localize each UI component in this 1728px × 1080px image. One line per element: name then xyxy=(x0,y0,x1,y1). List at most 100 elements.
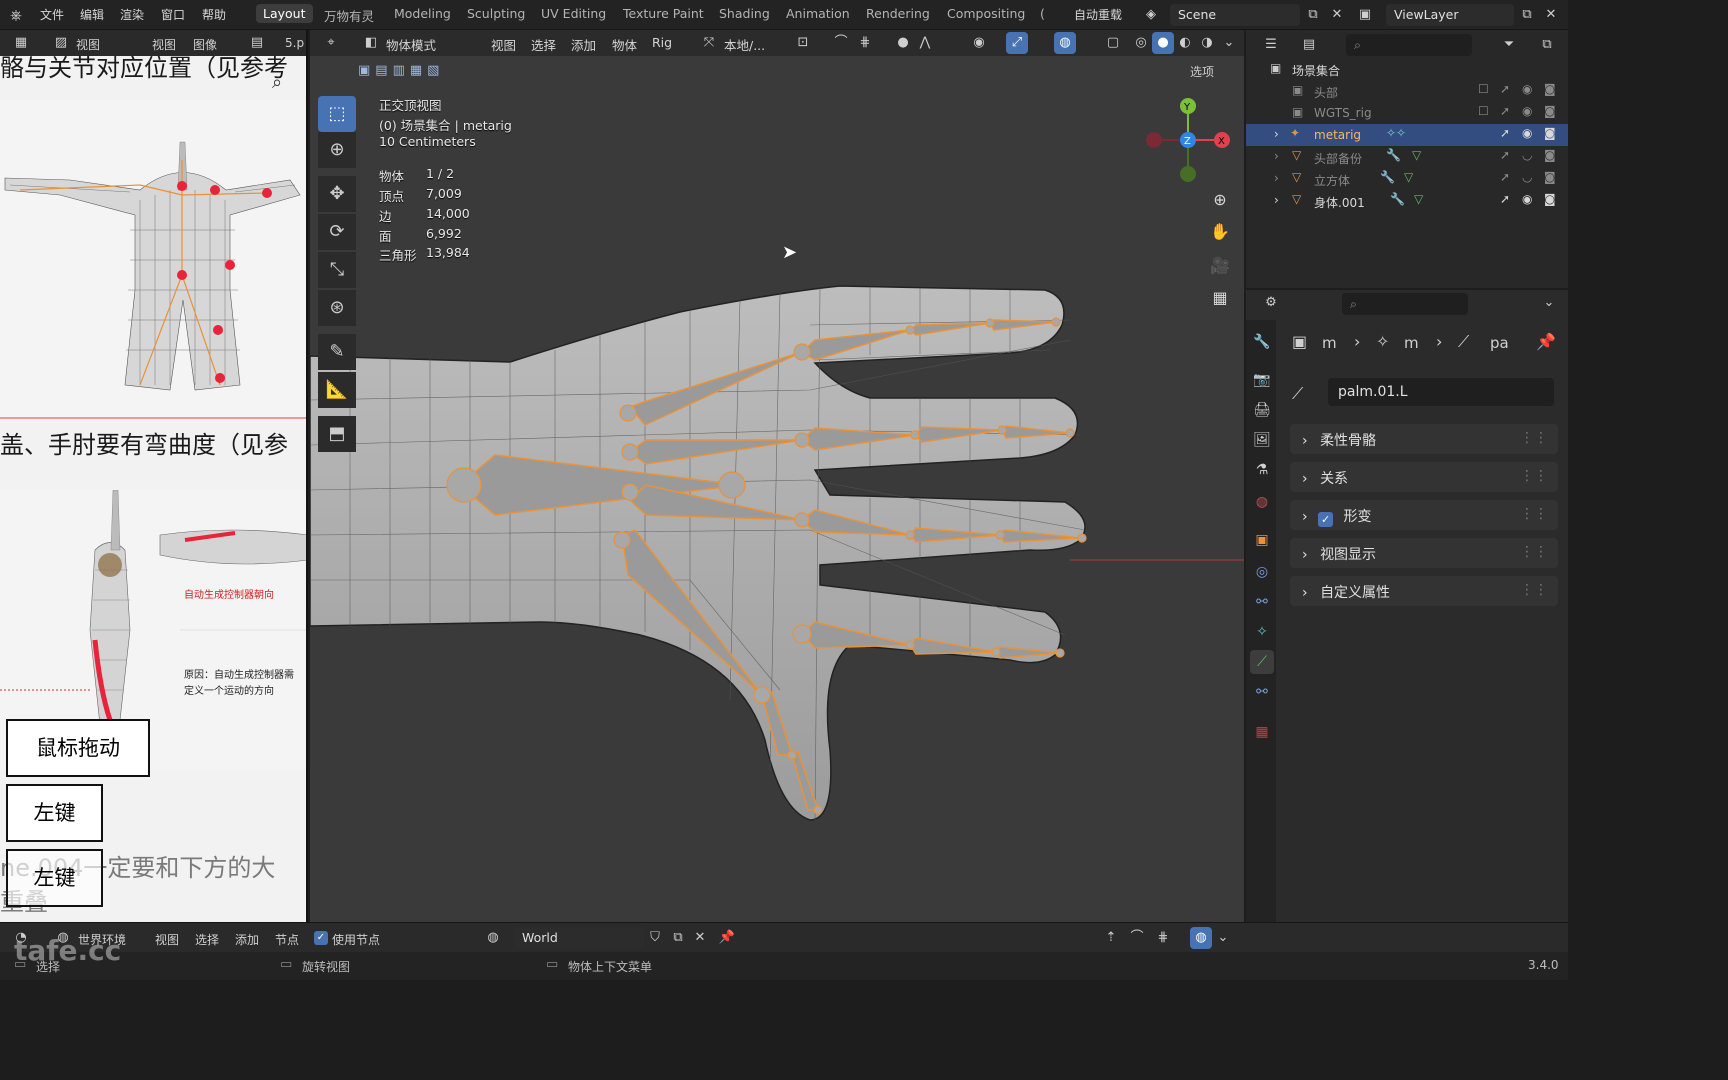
hand-mesh-with-bones[interactable] xyxy=(310,230,1244,830)
eye-closed-icon[interactable]: ◡ xyxy=(1522,170,1532,184)
move-tool[interactable]: ✥ xyxy=(318,176,356,212)
new-collection-icon[interactable]: ⧉ xyxy=(1536,34,1558,56)
filter-icon[interactable]: ⏷ xyxy=(1498,34,1520,56)
vertex-group-icon[interactable]: ▽ xyxy=(1412,148,1421,162)
eye-icon[interactable]: ◉ xyxy=(1522,104,1532,118)
measure-tool[interactable]: 📐 xyxy=(318,372,356,408)
tab-wanwu[interactable]: 万物有灵 xyxy=(324,6,374,25)
physics-tab-icon[interactable]: ◎ xyxy=(1250,560,1274,584)
new-scene-icon[interactable]: ⧉ xyxy=(1302,4,1324,26)
world-tab-icon[interactable]: ◍ xyxy=(1250,490,1274,514)
vertex-group-icon[interactable]: ▽ xyxy=(1404,170,1413,184)
eye-icon[interactable]: ◉ xyxy=(1522,192,1532,206)
breadcrumb-armature[interactable]: m xyxy=(1404,334,1419,352)
object-mode-icon[interactable]: ◧ xyxy=(360,32,382,54)
shading-solid-icon[interactable]: ● xyxy=(1152,32,1174,54)
outliner-item-selected[interactable]: › ✦ metarig ✧✧ ➚ ◉ ◙ xyxy=(1246,124,1568,146)
tab-rendering[interactable]: Rendering xyxy=(866,6,930,21)
breadcrumb-object[interactable]: m xyxy=(1322,334,1337,352)
panel-relations[interactable]: › 关系 ⋮⋮ xyxy=(1290,462,1558,492)
new-view-layer-icon[interactable]: ⧉ xyxy=(1516,4,1538,26)
tool-tab-icon[interactable]: 🔧 xyxy=(1250,330,1274,354)
panel-deform[interactable]: › ✓ 形变 ⋮⋮ xyxy=(1290,500,1558,530)
bone-name-field[interactable]: palm.01.L xyxy=(1328,378,1554,406)
shading-rendered-icon[interactable]: ◑ xyxy=(1196,32,1218,54)
expand-arrow-icon[interactable]: › xyxy=(1274,127,1279,141)
overlay-toggle-icon[interactable]: ◍ xyxy=(1190,927,1212,949)
annotate-tool[interactable]: ✎ xyxy=(318,334,356,370)
tab-layout[interactable]: Layout xyxy=(256,4,313,23)
outliner-root[interactable]: ▣ 场景集合 xyxy=(1246,58,1568,80)
blender-logo-icon[interactable]: ⎈ xyxy=(10,6,22,24)
3d-viewport[interactable]: ⌖ ◧ 物体模式 视图 选择 添加 物体 Rig ⤧ 本地/... ⊡ ⌒ ⋕ … xyxy=(310,30,1244,922)
pin-icon[interactable]: 📌 xyxy=(716,927,738,949)
menu-select[interactable]: 选择 xyxy=(195,931,219,948)
tab-overflow[interactable]: ( xyxy=(1040,6,1045,21)
scale-tool[interactable]: ⤡ xyxy=(318,252,356,288)
outliner-search-input[interactable]: ⌕ xyxy=(1346,34,1472,56)
snap-icon[interactable]: ⌒ xyxy=(1126,927,1148,949)
zoom-icon[interactable]: ⊕ xyxy=(1206,186,1234,214)
camera-icon[interactable]: ◙ xyxy=(1544,170,1556,184)
transform-tool[interactable]: ⊛ xyxy=(318,290,356,326)
menu-help[interactable]: 帮助 xyxy=(202,6,226,23)
visibility-icon[interactable]: ◉ xyxy=(968,32,990,54)
menu-rig[interactable]: Rig xyxy=(652,35,672,50)
select-arrow-icon[interactable]: ➚ xyxy=(1500,192,1510,206)
add-cube-tool[interactable]: ⬒ xyxy=(318,416,356,452)
object-mode-dropdown[interactable]: 物体模式 xyxy=(386,35,436,54)
editor-type-icon[interactable]: ⌖ xyxy=(320,32,342,54)
auto-reload-label[interactable]: 自动重载 xyxy=(1074,6,1122,23)
armature-data-icon[interactable]: ✧✧ xyxy=(1386,126,1406,140)
pin-icon[interactable]: 📌 xyxy=(1536,332,1556,351)
bone-constraints-tab-icon[interactable]: ⚯ xyxy=(1250,680,1274,704)
display-mode-icon[interactable]: ▤ xyxy=(1298,34,1320,56)
xray-icon[interactable]: ▢ xyxy=(1102,32,1124,54)
output-tab-icon[interactable]: 🖨 xyxy=(1250,398,1274,422)
camera-icon[interactable]: ◙ xyxy=(1544,148,1556,162)
menu-file[interactable]: 文件 xyxy=(40,6,64,23)
tab-sculpting[interactable]: Sculpting xyxy=(467,6,525,21)
render-tab-icon[interactable]: 📷 xyxy=(1250,368,1274,392)
texture-tab-icon[interactable]: ▦ xyxy=(1250,720,1274,744)
bone-tab-icon[interactable]: ⟋ xyxy=(1250,650,1274,674)
proportional-edit-icon[interactable]: ● xyxy=(892,32,914,54)
drag-handle-icon[interactable]: ⋮⋮ xyxy=(1520,430,1548,446)
snap-element-icon[interactable]: ⋕ xyxy=(1152,927,1174,949)
camera-icon[interactable]: ◙ xyxy=(1544,104,1556,118)
zoom-icon[interactable]: ⌕ xyxy=(272,72,282,93)
cursor-tool[interactable]: ⊕ xyxy=(318,132,356,168)
armature-data-tab-icon[interactable]: ✧ xyxy=(1250,620,1274,644)
tab-texture-paint[interactable]: Texture Paint xyxy=(623,6,704,21)
eye-closed-icon[interactable]: ◡ xyxy=(1522,148,1532,162)
gizmo-toggle-icon[interactable]: ⤢ xyxy=(1006,32,1028,54)
falloff-icon[interactable]: ⋀ xyxy=(914,32,936,54)
modifier-icon[interactable]: 🔧 xyxy=(1380,170,1395,184)
drag-handle-icon[interactable]: ⋮⋮ xyxy=(1520,506,1548,522)
snap-target-icon[interactable]: ⋕ xyxy=(854,32,876,54)
select-arrow-icon[interactable]: ➚ xyxy=(1500,82,1510,96)
delete-scene-icon[interactable]: ✕ xyxy=(1326,4,1348,26)
camera-icon[interactable]: ◙ xyxy=(1544,126,1556,140)
select-arrow-icon[interactable]: ➚ xyxy=(1500,170,1510,184)
eye-icon[interactable]: ◉ xyxy=(1522,126,1532,140)
scene-icon[interactable]: ◈ xyxy=(1140,4,1162,26)
scene-name-field[interactable]: Scene xyxy=(1170,4,1300,26)
duplicate-world-icon[interactable]: ⧉ xyxy=(667,927,689,949)
camera-view-icon[interactable]: 🎥 xyxy=(1206,252,1234,280)
navigation-gizmo[interactable]: Y Z X xyxy=(1144,94,1236,186)
shading-wireframe-icon[interactable]: ◎ xyxy=(1130,32,1152,54)
view-layer-tab-icon[interactable]: 🖼 xyxy=(1250,428,1274,452)
exclude-checkbox-icon[interactable]: ☐ xyxy=(1478,82,1489,96)
unlink-world-icon[interactable]: ✕ xyxy=(689,927,711,949)
modifier-icon[interactable]: 🔧 xyxy=(1386,148,1401,162)
view-layer-icon[interactable]: ▣ xyxy=(1354,4,1376,26)
fake-user-icon[interactable]: ⛉ xyxy=(644,927,666,949)
menu-node[interactable]: 节点 xyxy=(275,931,299,948)
snap-icon[interactable]: ⌒ xyxy=(830,32,852,54)
panel-custom-properties[interactable]: › 自定义属性 ⋮⋮ xyxy=(1290,576,1558,606)
drag-handle-icon[interactable]: ⋮⋮ xyxy=(1520,544,1548,560)
expand-arrow-icon[interactable]: › xyxy=(1274,171,1279,185)
overlays-toggle-icon[interactable]: ◍ xyxy=(1054,32,1076,54)
select-box-tool[interactable]: ⬚ xyxy=(318,96,356,132)
